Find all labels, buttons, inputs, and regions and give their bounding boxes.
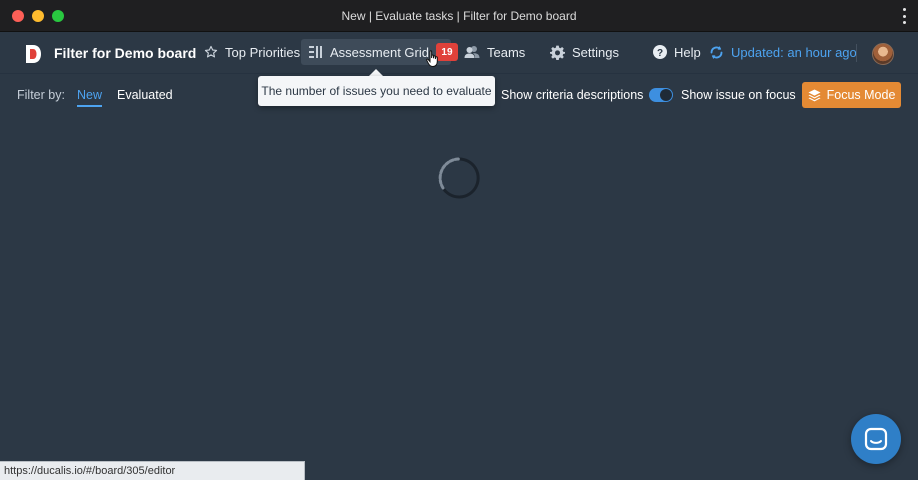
svg-text:?: ? — [657, 48, 663, 59]
filter-tab-evaluated[interactable]: Evaluated — [117, 88, 173, 102]
chat-launcher-button[interactable] — [851, 414, 901, 464]
show-criteria-toggle[interactable]: Show criteria descriptions — [501, 88, 643, 102]
nav-help[interactable]: ? Help — [645, 39, 709, 65]
app-navbar: Filter for Demo board Top Priorities Ass… — [0, 32, 918, 74]
nav-assessment-grid-label: Assessment Grid — [330, 44, 429, 60]
chat-icon — [864, 427, 888, 451]
close-window-button[interactable] — [12, 10, 24, 22]
window-controls — [12, 10, 64, 22]
show-issue-switch[interactable] — [649, 88, 673, 102]
nav-settings[interactable]: Settings — [542, 39, 627, 65]
tooltip-arrow — [369, 69, 383, 76]
avatar[interactable] — [872, 43, 894, 65]
focus-mode-label: Focus Mode — [826, 88, 896, 102]
badge-tooltip: The number of issues you need to evaluat… — [258, 76, 495, 106]
updated-label: Updated: an hour ago — [731, 44, 857, 60]
filter-by-label: Filter by: — [17, 88, 65, 102]
status-bar-url: https://ducalis.io/#/board/305/editor — [0, 461, 305, 480]
kebab-icon[interactable] — [902, 8, 906, 24]
sync-status[interactable]: Updated: an hour ago — [701, 39, 865, 65]
loading-spinner-icon — [438, 157, 480, 199]
switch-knob — [660, 89, 672, 101]
focus-mode-button[interactable]: Focus Mode — [802, 82, 901, 108]
nav-teams-label: Teams — [487, 44, 526, 60]
nav-teams[interactable]: Teams — [456, 39, 533, 65]
help-icon: ? — [653, 45, 667, 59]
grid-icon — [309, 46, 322, 58]
layers-icon — [808, 88, 821, 101]
nav-top-priorities-label: Top Priorities — [225, 44, 301, 60]
nav-settings-label: Settings — [572, 44, 619, 60]
maximize-window-button[interactable] — [52, 10, 64, 22]
filter-tab-new[interactable]: New — [77, 88, 103, 107]
refresh-icon — [710, 45, 723, 59]
show-issue-label: Show issue on focus — [681, 88, 796, 102]
logo-icon[interactable] — [24, 44, 42, 64]
hand-cursor-icon — [426, 50, 438, 68]
teams-icon — [464, 46, 480, 58]
nav-help-label: Help — [674, 44, 701, 60]
window-titlebar: New | Evaluate tasks | Filter for Demo b… — [0, 0, 918, 32]
nav-top-priorities[interactable]: Top Priorities — [196, 39, 308, 65]
minimize-window-button[interactable] — [32, 10, 44, 22]
nav-divider — [856, 44, 857, 62]
window-title: New | Evaluate tasks | Filter for Demo b… — [341, 8, 577, 23]
gear-icon — [550, 45, 565, 60]
star-icon — [204, 45, 218, 58]
tooltip-text: The number of issues you need to evaluat… — [261, 84, 492, 98]
board-title[interactable]: Filter for Demo board — [54, 45, 196, 61]
